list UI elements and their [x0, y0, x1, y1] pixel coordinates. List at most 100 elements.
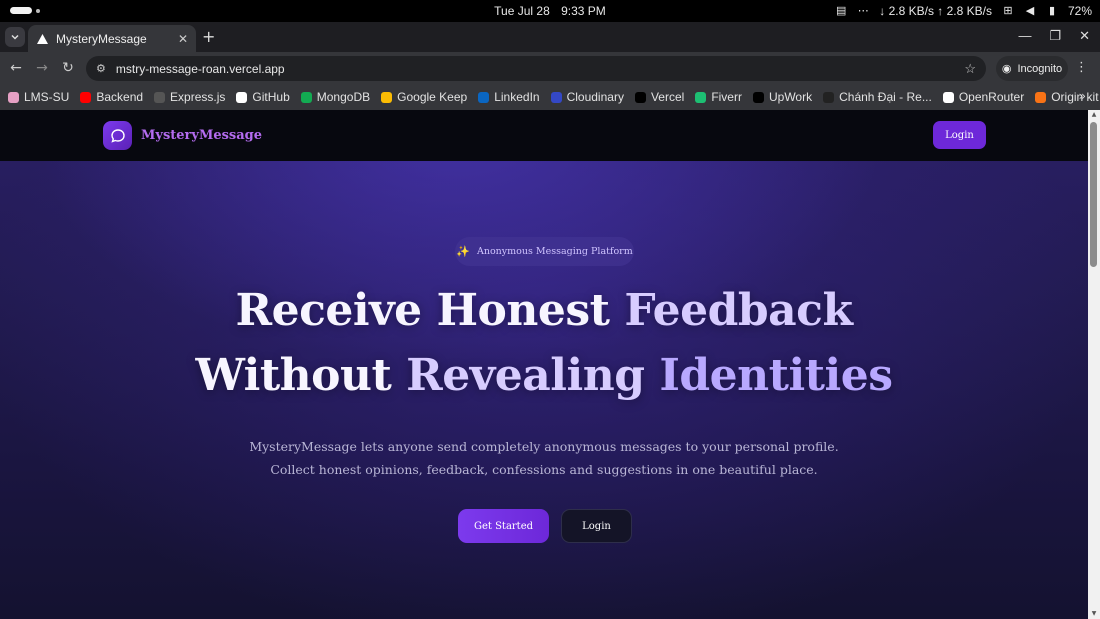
bookmark-label: GitHub	[252, 90, 290, 104]
page-scrollbar[interactable]: ▲ ▼	[1088, 110, 1100, 619]
bookmark-favicon-icon	[300, 91, 312, 103]
ellipsis-icon[interactable]: ⋯	[857, 5, 869, 17]
headline-word: Revealing	[406, 350, 645, 401]
network-speed: ↓ 2.8 KB/s ↑ 2.8 KB/s	[879, 4, 992, 18]
forward-icon[interactable]: →	[34, 60, 50, 76]
chat-bubble-icon	[103, 121, 132, 150]
headline-word: Without	[195, 350, 392, 401]
sparkles-icon: ✨	[456, 245, 470, 258]
url-text[interactable]: mstry-message-roan.vercel.app	[116, 62, 964, 76]
battery-icon: ▮	[1048, 5, 1055, 17]
incognito-icon: ◉	[1001, 63, 1012, 75]
bookmark-item[interactable]: OpenRouter	[942, 90, 1025, 104]
hero-subtitle-line2: Collect honest opinions, feedback, confe…	[270, 462, 818, 477]
bookmark-label: Google Keep	[397, 90, 468, 104]
clock-time: 9:33 PM	[561, 4, 606, 18]
bookmark-item[interactable]: MongoDB	[300, 90, 371, 104]
clipboard-icon[interactable]: ▤	[835, 5, 847, 17]
bookmark-item[interactable]: Origin kit	[1035, 90, 1099, 104]
clock-date: Tue Jul 28	[494, 4, 550, 18]
site-info-icon[interactable]: ⚙	[96, 62, 106, 75]
incognito-indicator[interactable]: ◉ Incognito	[996, 56, 1068, 81]
bookmarks-bar: LMS-SU Backend Express.js GitHub MongoDB Goog…	[0, 84, 1100, 110]
bookmark-label: MongoDB	[316, 90, 371, 104]
bookmark-favicon-icon	[478, 91, 490, 103]
bookmark-item[interactable]: GitHub	[236, 90, 290, 104]
bookmark-favicon-icon	[550, 91, 562, 103]
menu-kebab-icon[interactable]: ⋮	[1075, 61, 1088, 75]
close-tab-icon[interactable]: ✕	[178, 32, 188, 46]
bookmark-label: Fiverr	[711, 90, 742, 104]
bookmark-label: LinkedIn	[494, 90, 540, 104]
bookmark-item[interactable]: Backend	[80, 90, 143, 104]
badge-label: Anonymous Messaging Platform	[476, 246, 633, 257]
bookmark-label: Vercel	[650, 90, 685, 104]
minimize-icon[interactable]: —	[1018, 28, 1031, 44]
bookmark-label: Cloudinary	[566, 90, 624, 104]
scroll-up-arrow-icon[interactable]: ▲	[1088, 111, 1100, 118]
bookmark-label: Origin kit	[1051, 90, 1099, 104]
bookmark-favicon-icon	[752, 91, 764, 103]
bookmark-item[interactable]: Chánh Đại - Re...	[823, 90, 932, 104]
reload-icon[interactable]: ↻	[60, 60, 76, 76]
headline-word: Identities	[659, 350, 893, 401]
network-icon: ⊞	[1003, 5, 1013, 17]
brand-logo[interactable]: MysteryMessage	[103, 121, 262, 150]
tab-strip: MysteryMessage ✕ + — ❐ ✕	[0, 22, 1100, 52]
battery-level: 72%	[1067, 4, 1092, 18]
bookmark-label: Express.js	[170, 90, 226, 104]
bookmark-favicon-icon	[1035, 91, 1047, 103]
incognito-label: Incognito	[1017, 62, 1063, 75]
bookmark-item[interactable]: LinkedIn	[478, 90, 540, 104]
bookmark-item[interactable]: LMS-SU	[8, 90, 69, 104]
os-top-bar: Tue Jul 28 9:33 PM ▤ ⋯ ↓ 2.8 KB/s ↑ 2.8 …	[0, 0, 1100, 22]
bookmark-favicon-icon	[634, 91, 646, 103]
bookmark-favicon-icon	[942, 91, 954, 103]
bookmark-item[interactable]: Google Keep	[381, 90, 467, 104]
browser-toolbar: ← → ↻ ⚙ mstry-message-roan.vercel.app ☆ …	[0, 52, 1100, 84]
hero-login-button[interactable]: Login	[561, 509, 632, 543]
bookmark-label: UpWork	[768, 90, 813, 104]
window-controls: — ❐ ✕	[1018, 28, 1090, 44]
vercel-triangle-icon	[36, 33, 48, 45]
scroll-down-arrow-icon[interactable]: ▼	[1088, 610, 1100, 617]
volume-icon: ◀	[1025, 5, 1035, 17]
get-started-button[interactable]: Get Started	[458, 509, 549, 543]
bookmark-label: Chánh Đại - Re...	[839, 90, 932, 104]
new-tab-button[interactable]: +	[202, 28, 215, 46]
bookmark-favicon-icon	[8, 91, 19, 103]
bookmark-item[interactable]: UpWork	[752, 90, 813, 104]
hero-badge: ✨ Anonymous Messaging Platform	[455, 237, 634, 266]
headline-word: Receive Honest	[235, 285, 610, 336]
scrollbar-thumb[interactable]	[1090, 122, 1097, 267]
bookmark-label: OpenRouter	[958, 90, 1025, 104]
bookmark-item[interactable]: Fiverr	[695, 90, 742, 104]
nav-login-button[interactable]: Login	[933, 121, 986, 149]
bookmark-favicon-icon	[154, 91, 166, 103]
hero-subtitle-line1: MysteryMessage lets anyone send complete…	[249, 439, 839, 454]
bookmark-favicon-icon	[823, 91, 835, 103]
bookmarks-overflow-icon[interactable]: »	[1079, 89, 1086, 103]
bookmark-item[interactable]: Express.js	[154, 90, 225, 104]
browser-tab[interactable]: MysteryMessage ✕	[28, 25, 196, 52]
hero-headline-line2: Without Revealing Identities	[0, 350, 1088, 401]
bookmark-favicon-icon	[80, 91, 92, 103]
chevron-down-icon	[11, 34, 19, 40]
headline-word: Feedback	[624, 285, 853, 336]
brand-name: MysteryMessage	[141, 128, 263, 143]
bookmark-item[interactable]: Vercel	[634, 90, 685, 104]
bookmark-star-icon[interactable]: ☆	[964, 61, 976, 77]
bookmark-favicon-icon	[695, 91, 707, 103]
tab-title: MysteryMessage	[56, 31, 147, 46]
restore-icon[interactable]: ❐	[1049, 28, 1061, 44]
bookmark-favicon-icon	[381, 91, 393, 103]
bookmark-item[interactable]: Cloudinary	[550, 90, 624, 104]
hero-headline-line1: Receive Honest Feedback	[0, 285, 1088, 336]
address-bar[interactable]: ⚙ mstry-message-roan.vercel.app ☆	[86, 56, 986, 81]
tab-search-button[interactable]	[5, 27, 25, 47]
close-window-icon[interactable]: ✕	[1079, 28, 1090, 44]
back-icon[interactable]: ←	[8, 60, 24, 76]
system-tray[interactable]: ▤ ⋯ ↓ 2.8 KB/s ↑ 2.8 KB/s ⊞ ◀ ▮ 72%	[835, 4, 1092, 18]
bookmark-label: LMS-SU	[24, 90, 70, 104]
bookmark-label: Backend	[96, 90, 144, 104]
